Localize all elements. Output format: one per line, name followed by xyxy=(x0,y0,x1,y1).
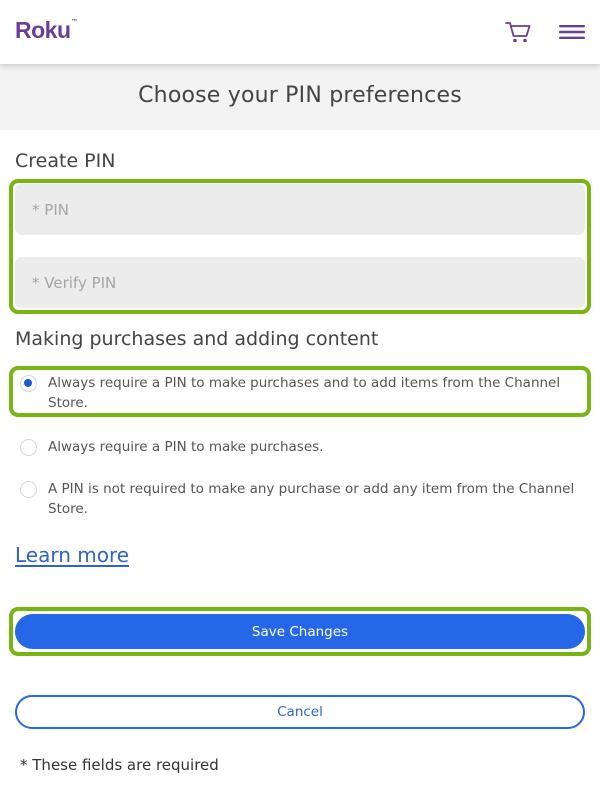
logo-text: Roku xyxy=(15,17,71,43)
verify-pin-input[interactable] xyxy=(15,257,585,308)
radio-option-label: Always require a PIN to make purchases a… xyxy=(48,375,561,411)
radio-option-label: A PIN is not required to make any purcha… xyxy=(48,481,575,517)
cancel-button[interactable]: Cancel xyxy=(15,695,585,729)
required-fields-note: * These fields are required xyxy=(20,756,219,774)
save-changes-button[interactable]: Save Changes xyxy=(15,614,585,649)
logo-trademark: ™ xyxy=(71,19,78,25)
site-header: Roku™ xyxy=(0,0,600,64)
radio-button-selected[interactable] xyxy=(20,375,37,392)
learn-more-link[interactable]: Learn more xyxy=(15,543,129,567)
purchases-heading: Making purchases and adding content xyxy=(15,328,379,350)
create-pin-heading: Create PIN xyxy=(15,150,116,172)
radio-button[interactable] xyxy=(20,439,37,456)
shopping-cart-icon[interactable] xyxy=(505,20,531,44)
roku-logo[interactable]: Roku™ xyxy=(15,17,77,44)
radio-button[interactable] xyxy=(20,481,37,498)
hamburger-menu-icon[interactable] xyxy=(559,24,585,40)
radio-option-label: Always require a PIN to make purchases. xyxy=(48,439,324,455)
pin-input[interactable] xyxy=(15,184,585,235)
page-title: Choose your PIN preferences xyxy=(138,83,462,108)
